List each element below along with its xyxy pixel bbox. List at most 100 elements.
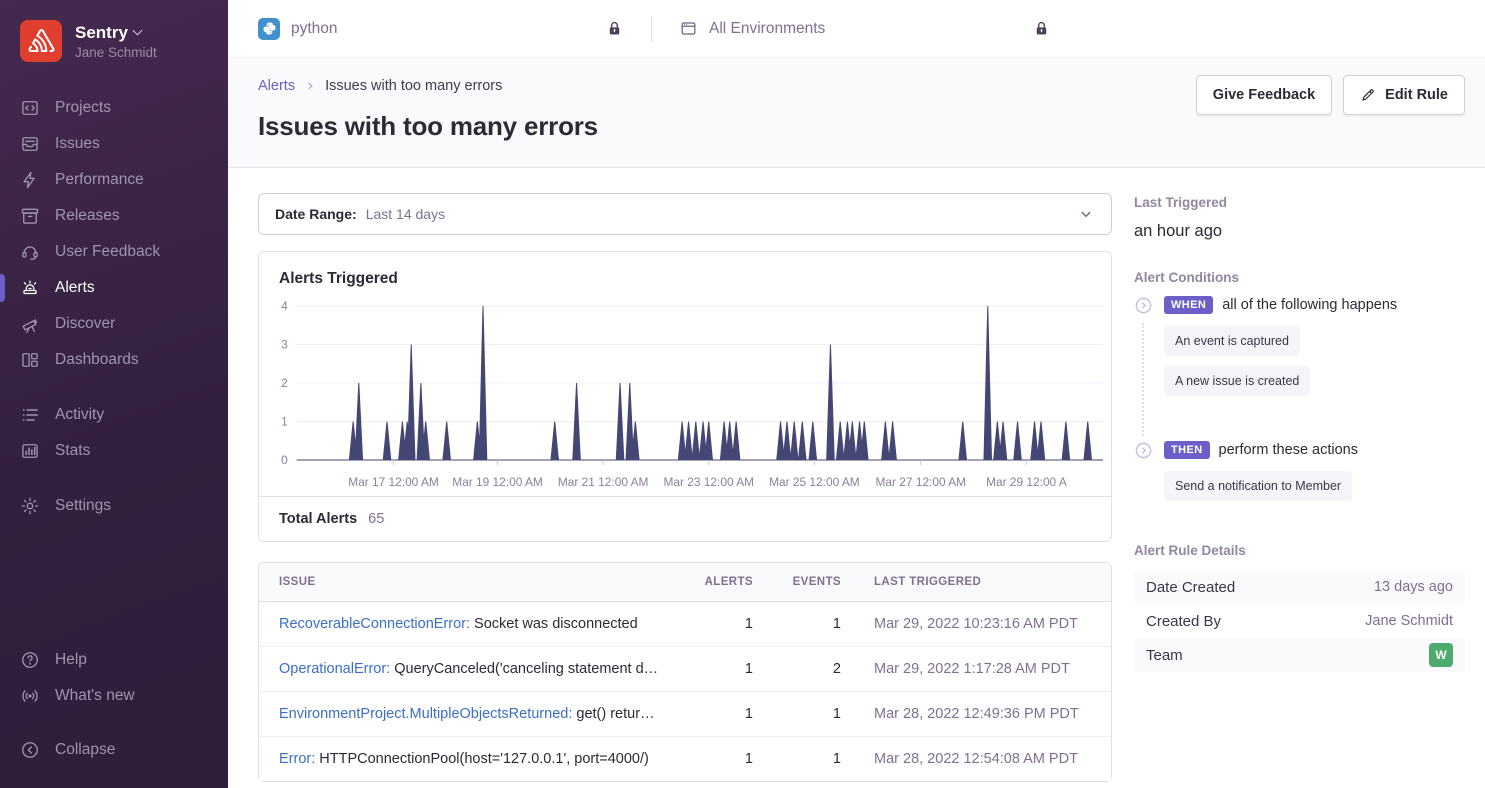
nav-section: ActivityStats xyxy=(0,397,228,469)
alerts-count: 1 xyxy=(689,616,753,632)
sidebar-item-user-feedback[interactable]: User Feedback xyxy=(0,234,228,270)
detail-row-team: Team W xyxy=(1134,638,1465,672)
detail-row-date-created: Date Created13 days ago xyxy=(1134,570,1465,604)
sidebar-item-releases[interactable]: Releases xyxy=(0,198,228,234)
projects-icon xyxy=(20,98,40,118)
issue-link[interactable]: EnvironmentProject.MultipleObjectsReturn… xyxy=(279,706,572,722)
dashboards-icon xyxy=(20,350,40,370)
sidebar-item-label: What's new xyxy=(55,687,135,705)
issue-link[interactable]: RecoverableConnectionError: xyxy=(279,616,470,632)
sidebar-item-label: Discover xyxy=(55,315,115,333)
content: Date Range: Last 14 days Alerts Triggere… xyxy=(228,168,1485,788)
when-text: all of the following happens xyxy=(1222,297,1397,313)
condition-pill: Send a notification to Member xyxy=(1164,471,1352,501)
project-selector[interactable]: python xyxy=(258,18,338,40)
alerts-count: 1 xyxy=(689,751,753,767)
events-count: 1 xyxy=(753,706,841,722)
table-body: RecoverableConnectionError: Socket was d… xyxy=(259,602,1111,781)
table-row: EnvironmentProject.MultipleObjectsReturn… xyxy=(259,691,1111,736)
sidebar-item-projects[interactable]: Projects xyxy=(0,90,228,126)
org-switcher[interactable]: Sentry Jane Schmidt xyxy=(0,14,228,74)
detail-key: Team xyxy=(1146,647,1183,664)
svg-text:Mar 17 12:00 AM: Mar 17 12:00 AM xyxy=(348,475,439,489)
stats-icon xyxy=(20,441,40,461)
active-indicator xyxy=(0,130,5,158)
window-icon xyxy=(679,19,698,38)
settings-icon xyxy=(20,496,40,516)
chevron-down-icon xyxy=(1077,205,1095,223)
active-indicator xyxy=(0,310,5,338)
environment-selector[interactable]: All Environments xyxy=(679,19,825,38)
alerts-icon xyxy=(20,278,40,298)
active-indicator xyxy=(0,736,5,764)
total-alerts-label: Total Alerts xyxy=(279,511,357,527)
sidebar-item-help[interactable]: Help xyxy=(0,642,228,678)
side-panel: Last Triggered an hour ago Alert Conditi… xyxy=(1134,193,1465,788)
table-header: ISSUE ALERTS EVENTS LAST TRIGGERED xyxy=(259,563,1111,602)
active-indicator xyxy=(0,274,5,302)
issue-description: HTTPConnectionPool(host='127.0.0.1', por… xyxy=(315,751,649,767)
issues-table-panel: ISSUE ALERTS EVENTS LAST TRIGGERED Recov… xyxy=(258,562,1112,782)
sidebar-item-activity[interactable]: Activity xyxy=(0,397,228,433)
then-items: Send a notification to Member xyxy=(1164,471,1465,501)
lock-icon xyxy=(605,19,624,38)
user-name: Jane Schmidt xyxy=(75,45,157,60)
breadcrumb: Alerts Issues with too many errors xyxy=(258,78,598,94)
issue-link[interactable]: Error: xyxy=(279,751,315,767)
main-column: Date Range: Last 14 days Alerts Triggere… xyxy=(258,193,1112,788)
nav-section: Settings xyxy=(0,488,228,524)
releases-icon xyxy=(20,206,40,226)
edit-rule-button[interactable]: Edit Rule xyxy=(1343,75,1465,115)
user-feedback-icon xyxy=(20,242,40,262)
sidebar-item-alerts[interactable]: Alerts xyxy=(0,270,228,306)
chevron-circle-icon xyxy=(1134,296,1153,315)
when-items: An event is capturedA new issue is creat… xyxy=(1164,326,1465,396)
performance-icon xyxy=(20,170,40,190)
chevron-right-icon xyxy=(303,79,317,93)
sidebar-item-issues[interactable]: Issues xyxy=(0,126,228,162)
sidebar-item-label: Performance xyxy=(55,171,144,189)
main-area: python All Environments xyxy=(228,0,1485,788)
svg-text:Mar 21 12:00 AM: Mar 21 12:00 AM xyxy=(558,475,649,489)
breadcrumb-alerts-link[interactable]: Alerts xyxy=(258,78,295,94)
svg-text:Mar 19 12:00 AM: Mar 19 12:00 AM xyxy=(452,475,543,489)
sidebar-item-dashboards[interactable]: Dashboards xyxy=(0,342,228,378)
alerts-chart-svg: 01234Mar 17 12:00 AMMar 19 12:00 AMMar 2… xyxy=(261,292,1107,494)
chart-title: Alerts Triggered xyxy=(259,252,1111,290)
active-indicator xyxy=(0,437,5,465)
give-feedback-button[interactable]: Give Feedback xyxy=(1196,75,1332,115)
issue-link[interactable]: OperationalError: xyxy=(279,661,390,677)
sidebar-item-label: Help xyxy=(55,651,87,669)
help-icon xyxy=(20,650,40,670)
then-badge: THEN xyxy=(1164,441,1210,459)
sidebar-item-performance[interactable]: Performance xyxy=(0,162,228,198)
svg-text:Mar 27 12:00 AM: Mar 27 12:00 AM xyxy=(876,475,967,489)
team-avatar-badge[interactable]: W xyxy=(1429,643,1453,667)
date-range-select[interactable]: Date Range: Last 14 days xyxy=(258,193,1112,235)
table-row: OperationalError: QueryCanceled('canceli… xyxy=(259,646,1111,691)
active-indicator xyxy=(0,646,5,674)
sidebar-item-stats[interactable]: Stats xyxy=(0,433,228,469)
alert-rule-details-label: Alert Rule Details xyxy=(1134,543,1465,558)
lock-icon xyxy=(1032,19,1051,38)
sidebar-item-discover[interactable]: Discover xyxy=(0,306,228,342)
active-indicator xyxy=(0,94,5,122)
org-name: Sentry xyxy=(75,23,128,43)
sidebar-item-settings[interactable]: Settings xyxy=(0,488,228,524)
detail-key: Date Created xyxy=(1146,579,1235,596)
chevron-down-icon xyxy=(132,26,142,36)
sidebar-item-collapse[interactable]: Collapse xyxy=(0,732,228,768)
last-triggered-label: Last Triggered xyxy=(1134,195,1465,210)
date-range-label: Date Range: xyxy=(275,206,357,222)
svg-text:2: 2 xyxy=(281,376,288,390)
active-indicator xyxy=(0,492,5,520)
condition-pill: A new issue is created xyxy=(1164,366,1310,396)
svg-text:3: 3 xyxy=(281,337,288,351)
total-alerts-value: 65 xyxy=(368,511,384,527)
activity-icon xyxy=(20,405,40,425)
alert-rule-details: Date Created13 days agoCreated ByJane Sc… xyxy=(1134,570,1465,672)
table-row: RecoverableConnectionError: Socket was d… xyxy=(259,602,1111,646)
sidebar-item-what-s-new[interactable]: What's new xyxy=(0,678,228,714)
sentry-logo-icon xyxy=(20,20,62,62)
active-indicator xyxy=(0,401,5,429)
